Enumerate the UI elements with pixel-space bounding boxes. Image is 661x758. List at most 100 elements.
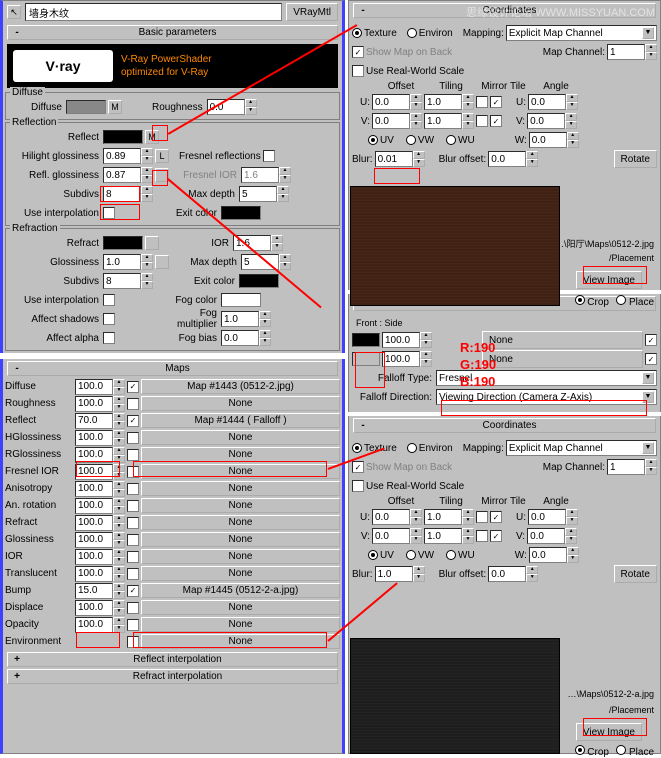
map-amount-spinner[interactable]: ▲▼: [75, 515, 125, 531]
alpha-checkbox[interactable]: [103, 332, 115, 344]
map-amount-spinner[interactable]: ▲▼: [75, 583, 125, 599]
falloff-map1[interactable]: None: [482, 331, 643, 349]
map-enable-checkbox[interactable]: [127, 500, 139, 512]
map-slot-button[interactable]: None: [141, 600, 340, 615]
blur-spinner2[interactable]: ▲▼: [375, 566, 425, 582]
shadows-checkbox[interactable]: [103, 313, 115, 325]
coord2-header[interactable]: -Coordinates: [353, 418, 656, 433]
picker-icon[interactable]: ↖: [7, 5, 21, 19]
u-angle[interactable]: ▲▼: [528, 94, 578, 110]
map-enable-checkbox[interactable]: [127, 551, 139, 563]
v-offset2[interactable]: ▲▼: [372, 528, 422, 544]
u-angle2[interactable]: ▲▼: [528, 509, 578, 525]
v-angle2[interactable]: ▲▼: [527, 528, 577, 544]
map-amount-spinner[interactable]: ▲▼: [75, 600, 125, 616]
map-amount-spinner[interactable]: ▲▼: [75, 464, 125, 480]
refract-swatch[interactable]: [103, 236, 143, 250]
roughness-spinner[interactable]: ▲▼: [207, 99, 257, 115]
realworld-checkbox[interactable]: [352, 65, 364, 77]
maps-header[interactable]: -Maps: [7, 361, 338, 376]
fresnel-ior-spinner[interactable]: ▲▼: [241, 167, 291, 183]
refr-interp-checkbox[interactable]: [103, 294, 115, 306]
refr-gloss-map[interactable]: [155, 255, 169, 269]
falloff-v2[interactable]: ▲▼: [382, 351, 432, 367]
rotate-button2[interactable]: Rotate: [614, 565, 657, 583]
map-enable-checkbox[interactable]: ✓: [127, 415, 139, 427]
falloff-dir-dropdown[interactable]: Viewing Direction (Camera Z-Axis)▼: [436, 389, 657, 405]
fogm-spinner[interactable]: ▲▼: [221, 311, 271, 327]
map-slot-button[interactable]: None: [141, 634, 340, 649]
map-enable-checkbox[interactable]: [127, 466, 139, 478]
map-enable-checkbox[interactable]: [127, 636, 139, 648]
refl-interp-header[interactable]: +Reflect interpolation: [7, 652, 338, 667]
map-amount-spinner[interactable]: ▲▼: [75, 481, 125, 497]
map-enable-checkbox[interactable]: [127, 619, 139, 631]
basic-params-header[interactable]: -Basic parameters: [7, 25, 338, 40]
refl-gloss-spinner[interactable]: ▲▼: [103, 167, 153, 183]
map-slot-button[interactable]: None: [141, 447, 340, 462]
falloff-on1[interactable]: ✓: [645, 334, 657, 346]
map-amount-spinner[interactable]: ▲▼: [75, 549, 125, 565]
material-name-dropdown[interactable]: 墙身木纹: [25, 3, 282, 21]
subdivs-spinner[interactable]: ▲▼: [103, 186, 153, 202]
map-enable-checkbox[interactable]: [127, 483, 139, 495]
v-tiling[interactable]: ▲▼: [424, 113, 474, 129]
u-offset2[interactable]: ▲▼: [372, 509, 422, 525]
environ-radio2[interactable]: [407, 443, 417, 453]
texture-radio2[interactable]: [352, 443, 362, 453]
mapping-dropdown2[interactable]: Explicit Map Channel▼: [506, 440, 657, 456]
map-slot-button[interactable]: Map #1444 ( Falloff ): [141, 413, 340, 428]
refract-map[interactable]: [145, 236, 159, 250]
mapch-spinner2[interactable]: ▲▼: [607, 459, 657, 475]
map-enable-checkbox[interactable]: [127, 534, 139, 546]
u-mirror[interactable]: [476, 96, 488, 108]
u-tiling[interactable]: ▲▼: [424, 94, 474, 110]
reflect-map-button[interactable]: M: [145, 130, 159, 144]
refr-interp-header[interactable]: +Refract interpolation: [7, 669, 338, 684]
u-tile[interactable]: ✓: [490, 96, 502, 108]
map-amount-spinner[interactable]: ▲▼: [75, 532, 125, 548]
map-enable-checkbox[interactable]: ✓: [127, 381, 139, 393]
map-enable-checkbox[interactable]: [127, 449, 139, 461]
fogb-spinner[interactable]: ▲▼: [221, 330, 271, 346]
w-angle[interactable]: ▲▼: [529, 132, 579, 148]
exit-swatch[interactable]: [221, 206, 261, 220]
unlock-button[interactable]: L: [155, 149, 169, 163]
hilight-spinner[interactable]: ▲▼: [103, 148, 153, 164]
map-enable-checkbox[interactable]: [127, 432, 139, 444]
map-enable-checkbox[interactable]: [127, 602, 139, 614]
map-amount-spinner[interactable]: ▲▼: [75, 617, 125, 633]
map-slot-button[interactable]: None: [141, 515, 340, 530]
v-tiling2[interactable]: ▲▼: [424, 528, 474, 544]
view-image-1[interactable]: View Image: [576, 271, 642, 289]
blur-spinner[interactable]: ▲▼: [375, 151, 425, 167]
refr-subdivs-spinner[interactable]: ▲▼: [103, 273, 153, 289]
v-angle[interactable]: ▲▼: [527, 113, 577, 129]
map-slot-button[interactable]: Map #1443 (0512-2.jpg): [141, 379, 340, 394]
v-tile[interactable]: ✓: [490, 115, 502, 127]
falloff-swatch2[interactable]: [352, 352, 380, 366]
falloff-v1[interactable]: ▲▼: [382, 332, 432, 348]
rotate-button[interactable]: Rotate: [614, 150, 657, 168]
vw-radio[interactable]: [406, 135, 416, 145]
refl-gloss-map[interactable]: [155, 168, 169, 182]
map-slot-button[interactable]: None: [141, 396, 340, 411]
falloff-on2[interactable]: ✓: [645, 353, 657, 365]
refr-ior-spinner[interactable]: ▲▼: [233, 235, 283, 251]
map-slot-button[interactable]: None: [141, 549, 340, 564]
v-offset[interactable]: ▲▼: [372, 113, 422, 129]
realworld-checkbox2[interactable]: [352, 480, 364, 492]
map-enable-checkbox[interactable]: ✓: [127, 585, 139, 597]
mapping-dropdown[interactable]: Explicit Map Channel▼: [506, 25, 657, 41]
bloff-spinner2[interactable]: ▲▼: [488, 566, 538, 582]
environ-radio[interactable]: [407, 28, 417, 38]
map-slot-button[interactable]: Map #1445 (0512-2-a.jpg): [141, 583, 340, 598]
map-amount-spinner[interactable]: ▲▼: [75, 413, 125, 429]
refr-gloss-spinner[interactable]: ▲▼: [103, 254, 153, 270]
map-slot-button[interactable]: None: [141, 464, 340, 479]
refr-exit-swatch[interactable]: [239, 274, 279, 288]
fresnel-checkbox[interactable]: [263, 150, 275, 162]
maxdepth-spinner[interactable]: ▲▼: [239, 186, 289, 202]
w-angle2[interactable]: ▲▼: [529, 547, 579, 563]
map-amount-spinner[interactable]: ▲▼: [75, 430, 125, 446]
